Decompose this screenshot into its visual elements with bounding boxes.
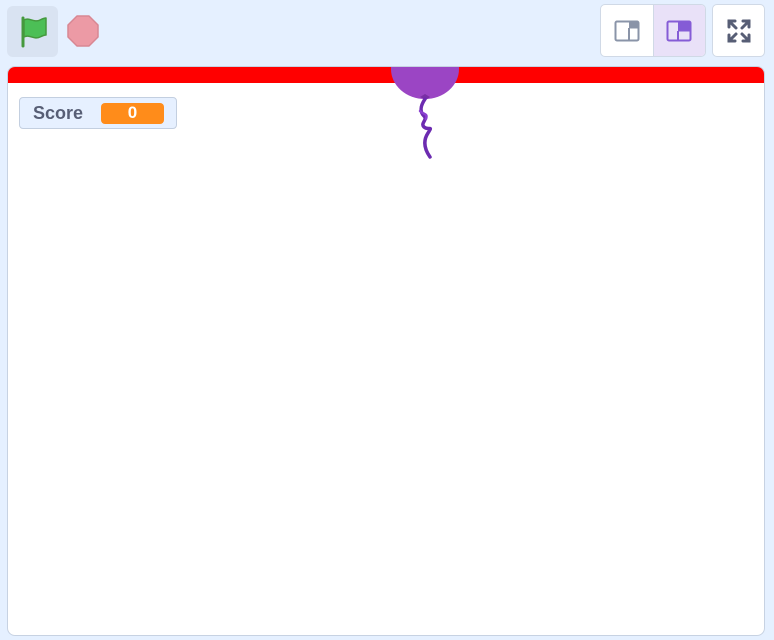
green-flag-icon (21, 16, 47, 47)
small-stage-icon (614, 20, 640, 41)
stage-size-toggle (600, 4, 706, 57)
green-flag-button[interactable] (7, 6, 58, 57)
fullscreen-icon (727, 19, 750, 42)
score-value: 0 (101, 102, 164, 124)
stage-header (0, 0, 774, 64)
score-monitor[interactable]: Score 0 (19, 97, 177, 129)
normal-stage-button[interactable] (652, 5, 705, 56)
small-stage-button[interactable] (601, 5, 653, 56)
stop-icon (67, 15, 99, 47)
fullscreen-button[interactable] (712, 4, 765, 57)
balloon-sprite[interactable] (380, 67, 470, 177)
stop-button[interactable] (62, 10, 104, 52)
stage-canvas[interactable]: Score 0 (7, 66, 765, 636)
score-label: Score (33, 102, 84, 123)
normal-stage-icon (666, 20, 692, 41)
